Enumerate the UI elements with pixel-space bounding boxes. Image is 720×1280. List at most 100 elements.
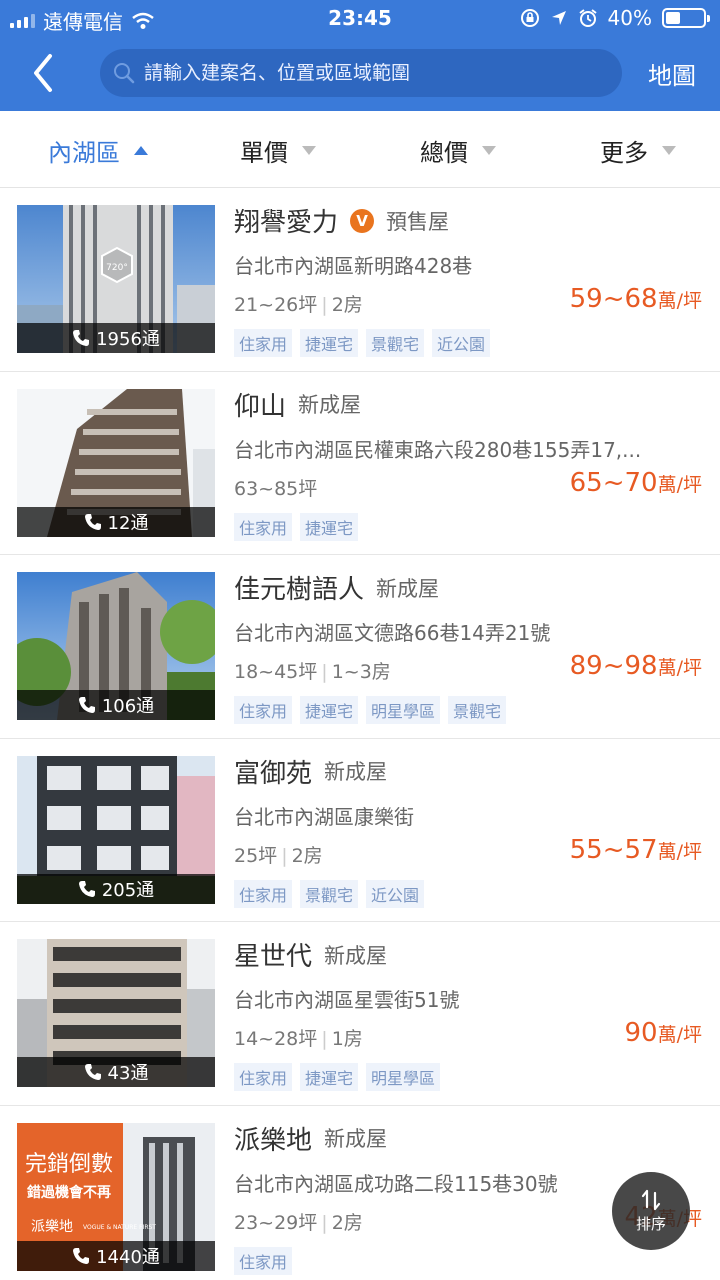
listing-item[interactable]: 720° 1956通 翔譽愛力 V 預售屋 台北市內湖區新明路428巷 21~2… <box>0 188 720 372</box>
phone-icon <box>84 513 101 530</box>
filter-label: 內湖區 <box>48 139 120 167</box>
sort-button[interactable]: 排序 <box>612 1172 690 1250</box>
listing-meta: 14~28坪 | 1房 <box>234 1024 363 1051</box>
listing-meta: 21~26坪 | 2房 <box>234 290 363 317</box>
header: 遠傳電信 23:45 40% 請輸入建案名、位置或區域範圍 地圖 <box>0 0 720 111</box>
listing-address: 台北市內湖區民權東路六段280巷155弄17,... <box>234 437 642 462</box>
price-unit: 萬/坪 <box>657 840 702 863</box>
call-count: 1956通 <box>17 323 215 353</box>
filter-total-price[interactable]: 總價 <box>420 133 496 168</box>
listing-price: 59~68萬/坪 <box>570 284 702 314</box>
listing-title-row: 星世代 新成屋 <box>234 936 387 973</box>
caret-down-icon <box>482 146 496 155</box>
search-bar[interactable] <box>100 49 622 97</box>
phone-icon <box>73 1247 90 1264</box>
search-input[interactable] <box>144 62 604 84</box>
phone-icon <box>78 880 95 897</box>
sort-label: 排序 <box>635 1214 666 1233</box>
listing-item[interactable]: 106通 佳元樹語人 新成屋 台北市內湖區文德路66巷14弄21號 18~45坪… <box>0 555 720 739</box>
listing-rooms: 2房 <box>331 294 363 316</box>
listing-title-row: 佳元樹語人 新成屋 <box>234 569 439 606</box>
listing-address: 台北市內湖區新明路428巷 <box>234 254 473 278</box>
tag-list: 住家用 捷運宅 景觀宅 近公園 <box>234 329 491 357</box>
tag: 景觀宅 <box>366 329 425 357</box>
tag: 明星學區 <box>366 1063 441 1091</box>
call-count: 106通 <box>17 690 215 720</box>
divider: | <box>321 1028 328 1050</box>
price-value: 89~98 <box>569 651 658 681</box>
call-count-text: 43通 <box>107 1063 149 1084</box>
svg-text:派樂地: 派樂地 <box>31 1218 73 1235</box>
listing-address: 台北市內湖區星雲街51號 <box>234 988 460 1012</box>
tag: 住家用 <box>234 1063 293 1091</box>
listing-price: 65~70萬/坪 <box>570 468 702 498</box>
nav-bar: 地圖 <box>0 36 720 111</box>
price-value: 90 <box>624 1018 658 1048</box>
verified-badge: V <box>350 208 375 233</box>
tag: 近公園 <box>366 879 425 908</box>
listing-meta: 63~85坪 <box>234 474 317 501</box>
tag-list: 住家用 捷運宅 明星學區 <box>234 1063 441 1091</box>
svg-text:720°: 720° <box>106 263 128 273</box>
listing-price: 90萬/坪 <box>625 1018 703 1048</box>
back-icon[interactable] <box>22 48 68 98</box>
tag-list: 住家用 捷運宅 明星學區 景觀宅 <box>234 696 507 724</box>
price-value: 59~68 <box>569 284 658 314</box>
battery-level <box>666 12 681 24</box>
listing-size: 21~26坪 <box>234 294 318 316</box>
caret-down-icon <box>662 146 676 155</box>
price-unit: 萬/坪 <box>657 473 702 496</box>
call-count-text: 1956通 <box>96 329 160 350</box>
filter-more[interactable]: 更多 <box>600 133 676 168</box>
listing-title-row: 仰山 新成屋 <box>234 386 361 423</box>
listing-size: 14~28坪 <box>234 1028 318 1050</box>
tag: 捷運宅 <box>300 512 359 541</box>
sort-icon <box>641 1189 661 1210</box>
tag-list: 住家用 景觀宅 近公園 <box>234 879 425 908</box>
filter-unit-price[interactable]: 單價 <box>240 133 316 168</box>
tag: 捷運宅 <box>300 1063 359 1091</box>
listing-size: 18~45坪 <box>234 661 318 683</box>
listing-type: 新成屋 <box>298 393 362 417</box>
listing-item[interactable]: 205通 富御苑 新成屋 台北市內湖區康樂街 25坪 | 2房 55~57萬/坪 住… <box>0 739 720 922</box>
listing-type: 新成屋 <box>324 943 388 968</box>
status-bar: 遠傳電信 23:45 40% <box>0 0 720 36</box>
divider: | <box>281 844 288 867</box>
filter-label: 單價 <box>240 139 288 167</box>
listing-item[interactable]: 43通 星世代 新成屋 台北市內湖區星雲街51號 14~28坪 | 1房 90萬/坪… <box>0 922 720 1106</box>
tag-list: 住家用 <box>234 1246 293 1275</box>
listing-type: 預售屋 <box>386 209 450 234</box>
listing-type: 新成屋 <box>324 760 388 784</box>
price-unit: 萬/坪 <box>657 290 702 312</box>
call-count-text: 106通 <box>101 696 155 717</box>
call-count: 12通 <box>17 506 215 537</box>
listing-size: 63~85坪 <box>234 477 318 500</box>
svg-text:VOGUE & NATURE FIRST: VOGUE & NATURE FIRST <box>83 1224 156 1231</box>
tag: 景觀宅 <box>300 879 359 908</box>
listing-item[interactable]: 完銷倒數 錯過機會不再 派樂地 VOGUE & NATURE FIRST 144… <box>0 1106 720 1280</box>
location-icon <box>551 11 566 25</box>
map-button[interactable]: 地圖 <box>648 56 696 91</box>
filter-label: 總價 <box>420 139 468 167</box>
svg-text:錯過機會不再: 錯過機會不再 <box>27 1184 111 1201</box>
listing-photo: 43通 <box>17 939 215 1087</box>
filter-label: 更多 <box>600 139 648 167</box>
listing-photo: 106通 <box>17 572 215 720</box>
listing-item[interactable]: 12通 仰山 新成屋 台北市內湖區民權東路六段280巷155弄17,... 63… <box>0 372 720 555</box>
tag-list: 住家用 捷運宅 <box>234 512 359 541</box>
listing-photo: 720° 1956通 <box>17 205 215 353</box>
filter-district[interactable]: 內湖區 <box>48 133 148 168</box>
caret-up-icon <box>134 146 148 155</box>
divider: | <box>321 294 328 316</box>
listing-type: 新成屋 <box>324 1127 388 1151</box>
call-count-text: 205通 <box>101 879 155 901</box>
listing-list: 720° 1956通 翔譽愛力 V 預售屋 台北市內湖區新明路428巷 21~2… <box>0 188 720 1280</box>
price-value: 65~70 <box>569 467 658 498</box>
tag: 住家用 <box>234 696 293 724</box>
call-count: 205通 <box>17 873 215 904</box>
listing-size: 25坪 <box>234 844 278 867</box>
call-count-text: 1440通 <box>96 1246 160 1268</box>
battery-icon <box>662 8 710 28</box>
orientation-lock-icon <box>520 9 539 27</box>
tag: 明星學區 <box>366 696 441 724</box>
